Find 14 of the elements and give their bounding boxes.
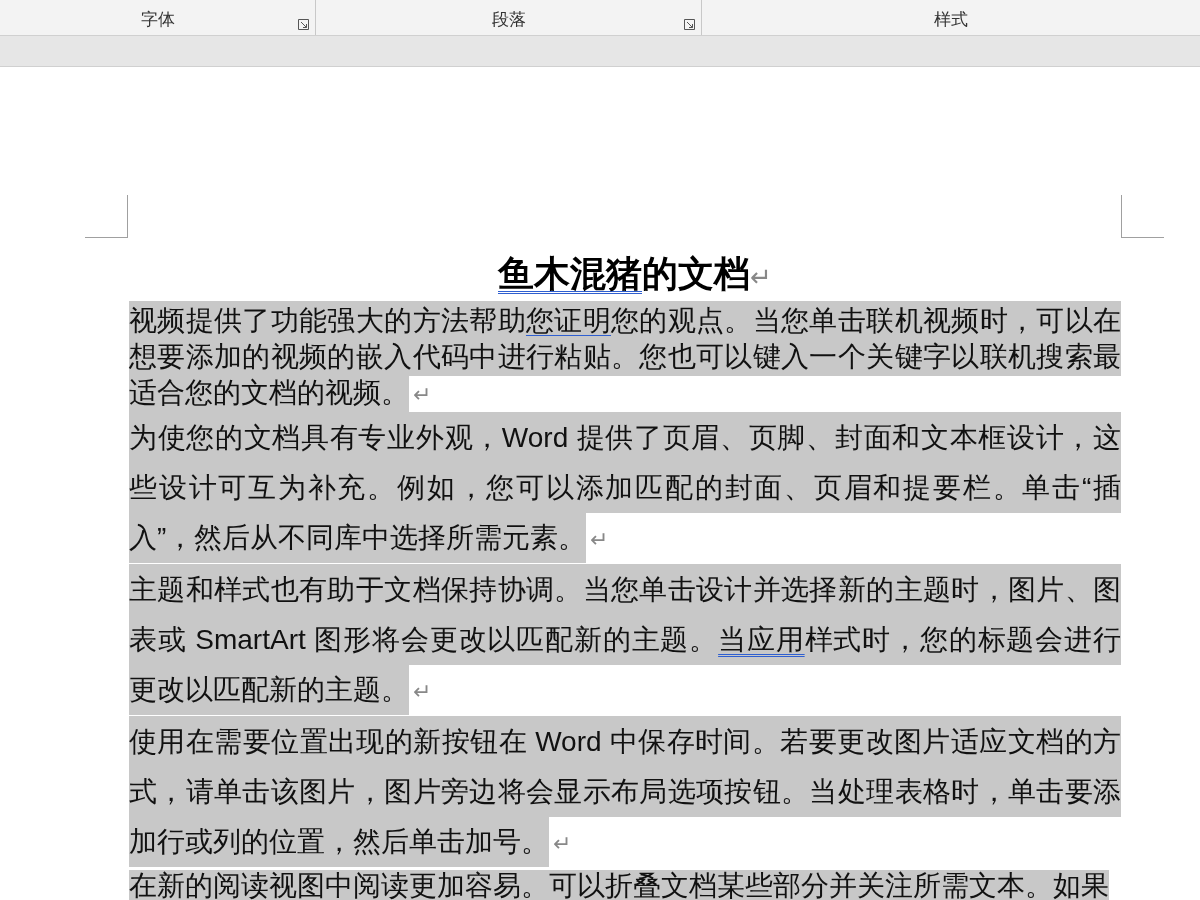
paragraph-text: 使用在需要位置出现的新按钮在 Word 中保存时间。若要更改图片适应文档的方式，请单击该图片，图片旁边将会显示布局选项按钮。当处理表格时，单击要添加行或列的位置，然后单击加号。↵ xyxy=(129,717,1121,869)
ribbon-group-label: 字体 xyxy=(140,8,175,31)
corner-mark xyxy=(85,195,128,238)
dialog-launcher-icon[interactable] xyxy=(684,19,695,30)
dialog-launcher-icon[interactable] xyxy=(298,19,309,30)
paragraph-text: 主题和样式也有助于文档保持协调。当您单击设计并选择新的主题时，图片、图表或 SmartArt 图形将会更改以匹配新的主题。当应用样式时，您的标题会进行更改以匹配新的主题。↵ xyxy=(129,565,1121,717)
paragraph-text: 为使您的文档具有专业外观，Word 提供了页眉、页脚、封面和文本框设计，这些设计可互为补充。例如，您可以添加匹配的封面、页眉和提要栏。单击“插入”，然后从不同库中选择所需元素。↵ xyxy=(129,413,1121,565)
paragraph-mark: ↵ xyxy=(750,262,772,292)
paragraph-text: 在新的阅读视图中阅读更加容易。可以折叠文档某些部分并关注所需文本。如果 xyxy=(129,869,1110,900)
paragraph-text: 视频提供了功能强大的方法帮助您证明您的观点。当您单击联机视频时，可以在想要添加的视频的嵌入代码中进行粘贴。您也可以键入一个关键字以联机搜索最适合您的文档的视频。↵ xyxy=(129,303,1121,413)
corner-mark xyxy=(1121,195,1164,238)
ribbon-group-label: 段落 xyxy=(491,8,526,31)
document-title: 鱼木混猪的文档 xyxy=(498,253,750,294)
ribbon-group-label: 样式 xyxy=(934,8,968,31)
